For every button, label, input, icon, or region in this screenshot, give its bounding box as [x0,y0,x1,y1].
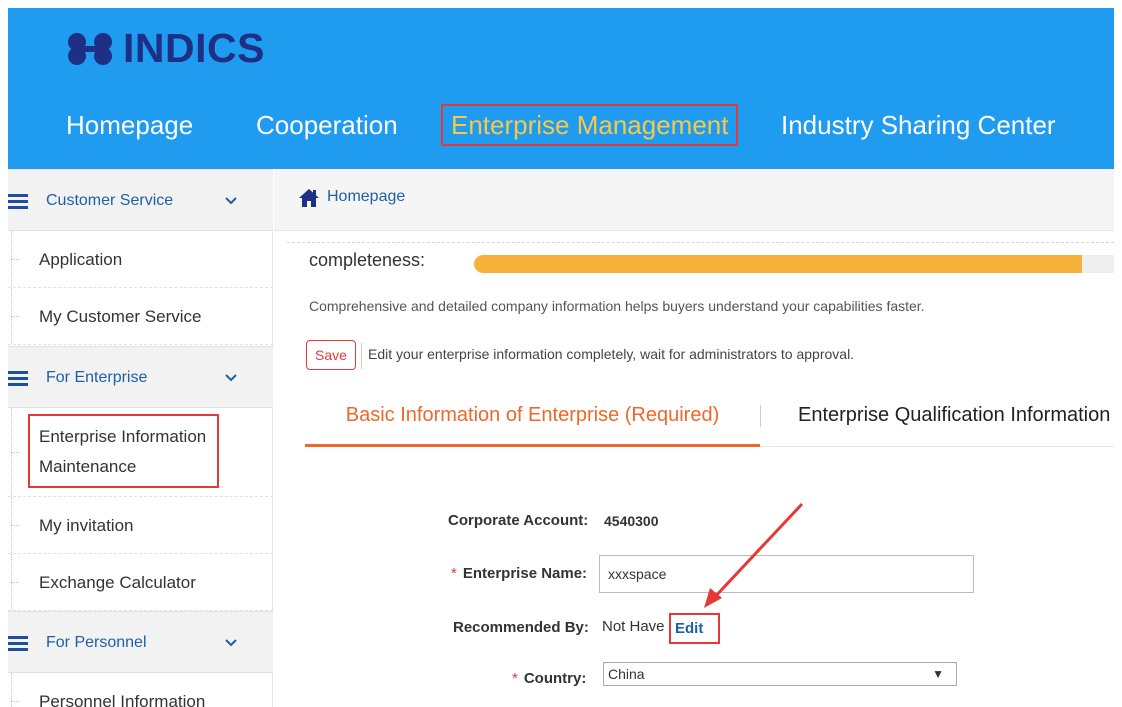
nav-cooperation[interactable]: Cooperation [256,100,398,150]
nav-enterprise-management[interactable]: Enterprise Management [441,104,739,146]
annotation-arrow [704,502,804,608]
required-mark: * [512,670,518,687]
sidebar-group-for-personnel[interactable]: For Personnel [8,611,273,673]
tab-basic-information[interactable]: Basic Information of Enterprise (Require… [305,395,760,447]
chevron-down-icon [225,639,237,647]
sidebar: Customer Service Application My Customer… [8,169,273,707]
progress-fill [474,255,1082,273]
tabs: Basic Information of Enterprise (Require… [305,395,1114,447]
corporate-account-label: Corporate Account: [448,512,589,529]
completeness-label: completeness: [309,250,426,270]
completeness-progress-bar [474,255,1114,273]
chevron-down-icon [225,197,237,205]
menu-icon [8,371,28,387]
breadcrumb-homepage[interactable]: Homepage [327,169,405,225]
chevron-down-icon [225,374,237,382]
logo-text: INDICS [123,25,265,71]
sidebar-group-customer-service[interactable]: Customer Service [8,169,273,231]
helper-text: Comprehensive and detailed company infor… [309,298,925,314]
country-select[interactable]: China ▼ [603,662,957,686]
divider [287,242,1114,243]
sidebar-item-personnel-information[interactable]: Personnel Information [8,673,273,707]
save-button[interactable]: Save [306,340,356,370]
dropdown-caret-icon: ▼ [932,667,944,681]
highlight-box [28,414,219,488]
menu-icon [8,636,28,652]
sidebar-item-label: Application [39,250,123,269]
sidebar-item-label: My Customer Service [39,307,202,326]
nav-homepage[interactable]: Homepage [66,100,193,150]
breadcrumb: Homepage [274,169,1114,231]
enterprise-name-label: * Enterprise Name: [451,565,587,582]
sidebar-group-for-enterprise[interactable]: For Enterprise [8,346,273,408]
country-select-value: China [608,666,645,682]
edit-link[interactable]: Edit [669,613,720,644]
logo-mark-icon [68,32,112,65]
sidebar-group-label: Customer Service [46,192,174,209]
country-label-text: Country: [523,670,587,687]
sidebar-group-label: For Personnel [46,634,147,651]
country-label: * Country: [512,670,586,687]
top-header: INDICS Homepage Cooperation Enterprise M… [8,8,1114,169]
sidebar-item-exchange-calculator[interactable]: Exchange Calculator [8,554,273,611]
recommended-by-value: Not Have [602,618,665,635]
divider [361,343,362,369]
enterprise-name-label-text: Enterprise Name: [462,565,588,582]
sidebar-item-label: My invitation [39,516,134,535]
required-mark: * [451,565,457,582]
save-note: Edit your enterprise information complet… [368,346,855,362]
nav-industry-sharing-center[interactable]: Industry Sharing Center [781,100,1056,150]
sidebar-item-label: Exchange Calculator [39,573,196,592]
home-icon[interactable] [298,188,320,208]
recommended-by-label: Recommended By: [453,619,589,636]
sidebar-item-application[interactable]: Application [8,231,273,288]
logo[interactable]: INDICS [65,25,265,72]
sidebar-item-my-invitation[interactable]: My invitation [8,497,273,554]
sidebar-group-label: For Enterprise [46,369,148,386]
menu-icon [8,194,28,210]
sidebar-item-label: Personnel Information [39,692,206,707]
corporate-account-value: 4540300 [604,513,659,529]
sidebar-item-my-customer-service[interactable]: My Customer Service [8,288,273,345]
tab-qualification-information[interactable]: Enterprise Qualification Information [760,395,1110,447]
